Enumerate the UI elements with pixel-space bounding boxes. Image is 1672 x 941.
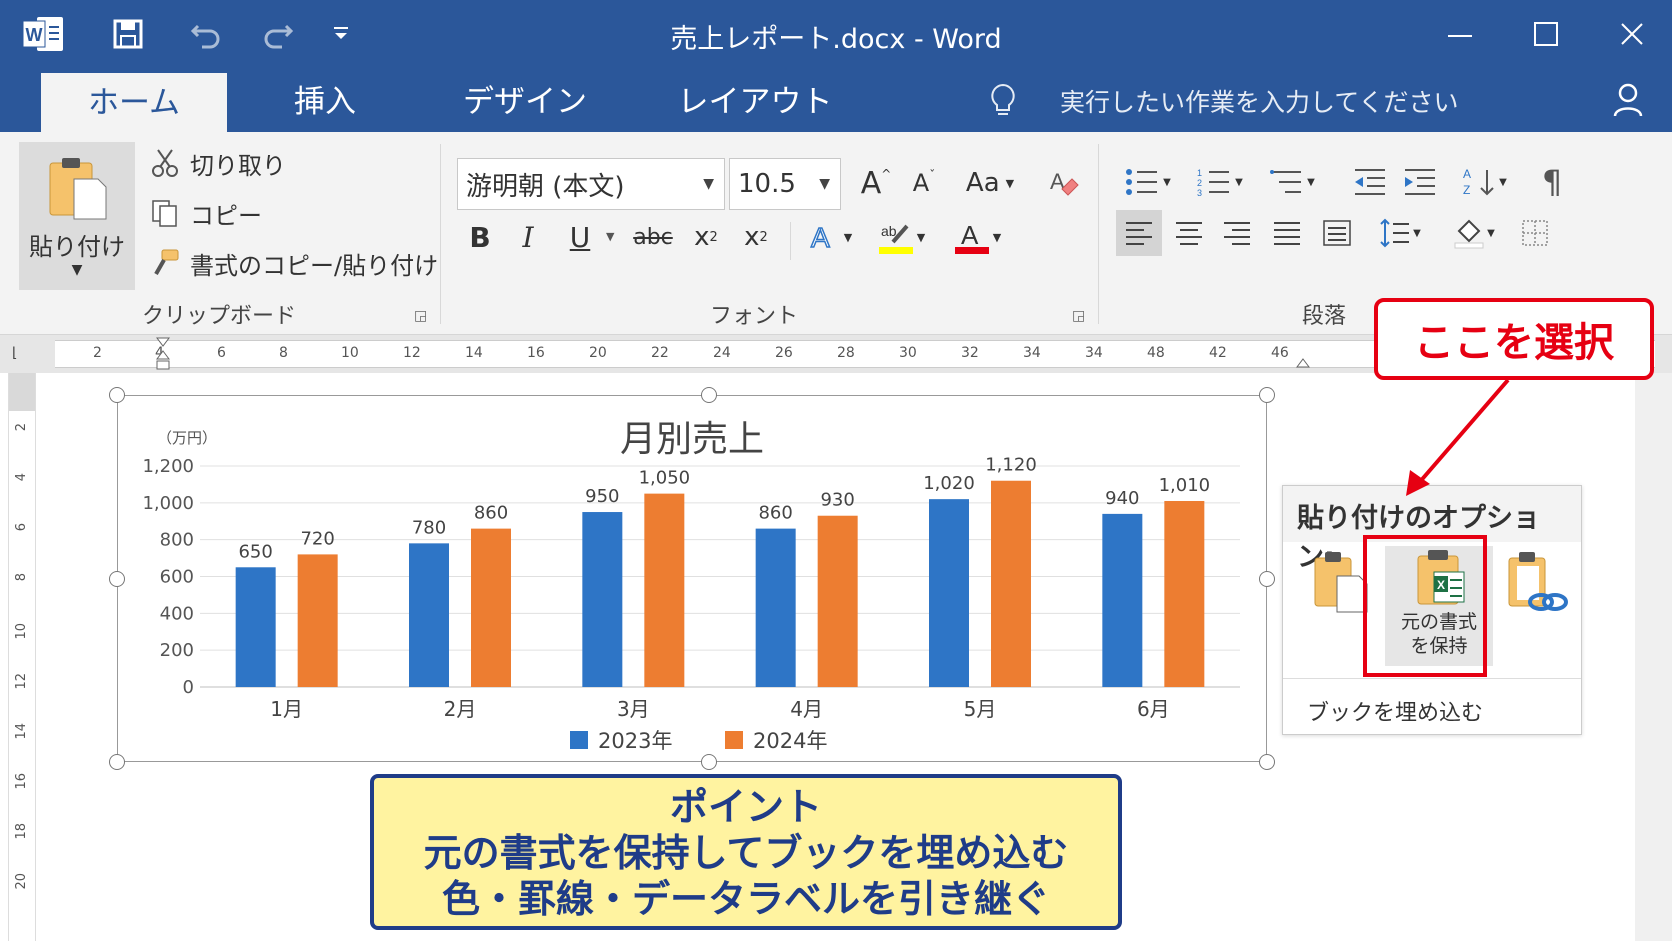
y-tick-label: 0 xyxy=(183,677,194,698)
bar-2024年 xyxy=(644,493,685,687)
callout-select-here: ここを選択 xyxy=(1374,298,1654,380)
bar-2023年 xyxy=(235,567,276,687)
data-label: 720 xyxy=(300,528,334,549)
bar-2023年 xyxy=(409,543,449,687)
data-label: 860 xyxy=(758,503,792,524)
y-tick-label: 200 xyxy=(160,640,194,661)
point-line-3: 色・罫線・データラベルを引き継ぐ xyxy=(441,877,1050,921)
data-label: 940 xyxy=(1105,488,1139,509)
legend-label: 2023年 xyxy=(598,729,672,753)
x-tick-label: 6月 xyxy=(1137,697,1170,721)
y-tick-label: 400 xyxy=(160,603,194,624)
paste-link-icon xyxy=(1508,552,1568,611)
data-label: 860 xyxy=(474,503,508,524)
highlight-box xyxy=(1363,535,1487,677)
y-tick-label: 1,200 xyxy=(142,456,194,477)
y-tick-label: 600 xyxy=(160,567,194,588)
bar-2024年 xyxy=(1164,500,1205,687)
data-label: 950 xyxy=(585,486,619,507)
y-tick-label: 1,000 xyxy=(142,493,194,514)
bar-2023年 xyxy=(929,499,969,687)
legend-label: 2024年 xyxy=(753,729,827,753)
bar-2023年 xyxy=(1102,513,1143,687)
bar-2023年 xyxy=(582,512,623,687)
x-tick-label: 1月 xyxy=(270,697,303,721)
embed-workbook-label: ブックを埋め込む xyxy=(1283,678,1581,734)
bar-2023年 xyxy=(755,528,796,687)
y-tick-label: 800 xyxy=(160,530,194,551)
x-tick-label: 5月 xyxy=(964,697,997,721)
data-label: 1,120 xyxy=(985,455,1037,476)
point-note: ポイント 元の書式を保持してブックを埋め込む 色・罫線・データラベルを引き継ぐ xyxy=(370,774,1122,930)
callout-arrow xyxy=(1406,378,1510,496)
paste-option-link[interactable] xyxy=(1493,546,1583,686)
data-label: 1,020 xyxy=(923,473,975,494)
bar-2024年 xyxy=(471,528,511,687)
x-tick-label: 4月 xyxy=(790,697,823,721)
y-unit-label: （万円） xyxy=(157,429,217,447)
bar-2024年 xyxy=(297,554,338,687)
x-tick-label: 3月 xyxy=(617,697,650,721)
point-line-2: 元の書式を保持してブックを埋め込む xyxy=(423,831,1069,875)
data-label: 650 xyxy=(238,541,272,562)
point-heading: ポイント xyxy=(669,785,822,829)
data-label: 930 xyxy=(820,490,854,511)
data-label: 1,010 xyxy=(1159,475,1211,496)
x-tick-label: 2月 xyxy=(444,697,477,721)
bar-2024年 xyxy=(991,480,1031,687)
legend-swatch xyxy=(725,731,743,749)
bar-2024年 xyxy=(817,515,858,687)
data-label: 1,050 xyxy=(639,468,691,489)
legend-swatch xyxy=(570,731,588,749)
data-label: 780 xyxy=(412,517,446,538)
